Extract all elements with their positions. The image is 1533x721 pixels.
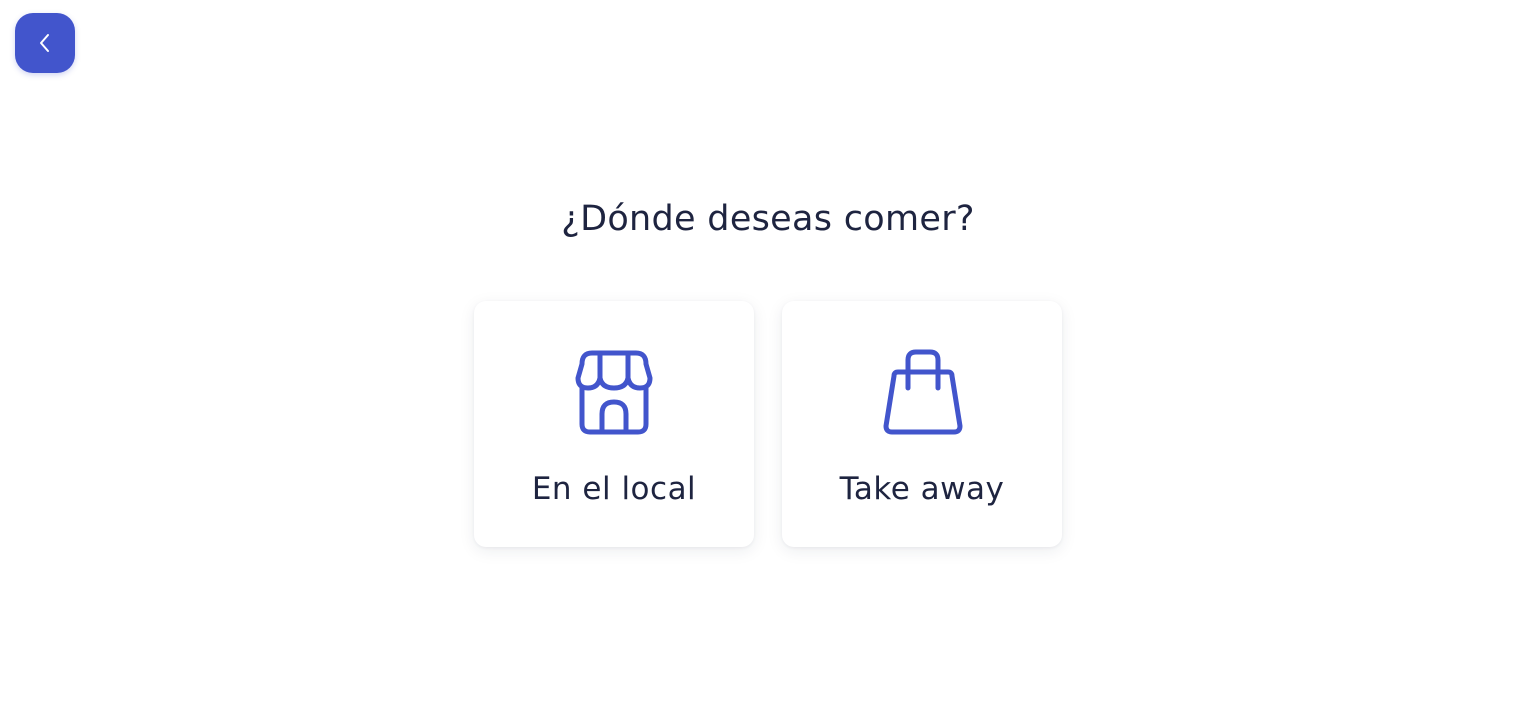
storefront-icon bbox=[569, 347, 659, 437]
shopping-bag-icon bbox=[877, 347, 967, 437]
dine-in-option-card[interactable]: En el local bbox=[474, 301, 754, 547]
page: ¿Dónde deseas comer? En el local Take aw… bbox=[0, 0, 1533, 721]
page-title: ¿Dónde deseas comer? bbox=[561, 199, 975, 239]
back-button[interactable] bbox=[15, 13, 75, 73]
dine-in-label: En el local bbox=[531, 471, 697, 507]
chevron-left-icon bbox=[38, 32, 52, 54]
take-away-option-card[interactable]: Take away bbox=[782, 301, 1062, 547]
take-away-label: Take away bbox=[839, 471, 1005, 507]
